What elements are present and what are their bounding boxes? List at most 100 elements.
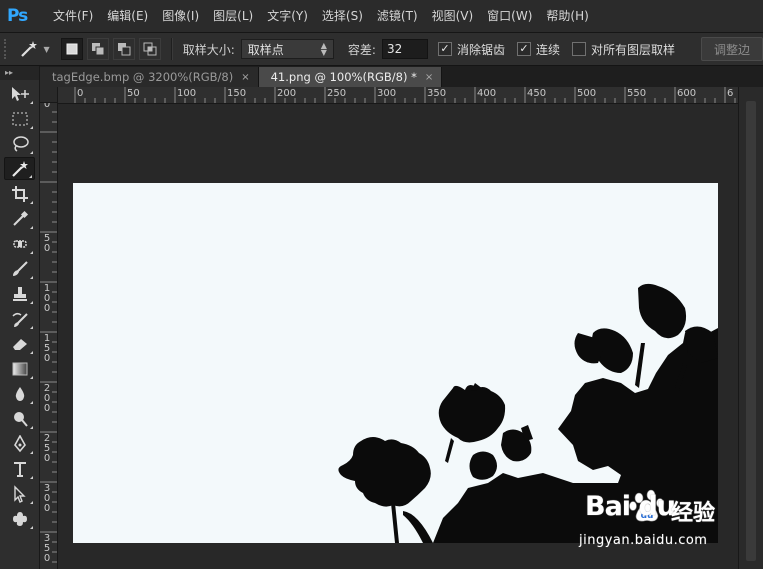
blur-tool[interactable] bbox=[4, 382, 35, 405]
tab-tagedge[interactable]: tagEdge.bmp @ 3200%(RGB/8) × bbox=[40, 67, 259, 87]
ruler-label: 50 bbox=[127, 88, 140, 99]
add-selection-icon bbox=[91, 43, 105, 56]
flyout-indicator bbox=[30, 501, 33, 504]
eraser-tool[interactable] bbox=[4, 332, 35, 355]
tolerance-input[interactable] bbox=[381, 39, 428, 59]
flyout-indicator bbox=[30, 426, 33, 429]
menu-image[interactable]: 图像(I) bbox=[155, 0, 206, 32]
anti-alias-checkbox[interactable]: ✓ 消除锯齿 bbox=[437, 41, 505, 58]
flyout-indicator bbox=[30, 351, 33, 354]
flyout-indicator bbox=[30, 376, 33, 379]
flyout-indicator bbox=[30, 326, 33, 329]
history-brush-icon bbox=[11, 312, 28, 327]
ruler-origin[interactable] bbox=[40, 87, 58, 103]
menu-file[interactable]: 文件(F) bbox=[46, 0, 100, 32]
move-tool[interactable] bbox=[4, 82, 35, 105]
options-grip[interactable] bbox=[4, 39, 9, 59]
shape-icon bbox=[12, 511, 27, 526]
new-selection-button[interactable] bbox=[60, 38, 83, 60]
close-icon[interactable]: × bbox=[425, 72, 433, 83]
ruler-label: 1 5 0 bbox=[43, 333, 51, 364]
selection-mode-group bbox=[60, 38, 165, 60]
ruler-label: 150 bbox=[227, 88, 247, 99]
rect-marquee-icon bbox=[12, 112, 27, 125]
move-icon bbox=[11, 86, 29, 101]
crop-tool[interactable] bbox=[4, 182, 35, 205]
drop-icon bbox=[15, 386, 24, 401]
ruler-label: 550 bbox=[627, 88, 647, 99]
gradient-tool[interactable] bbox=[4, 357, 35, 380]
flyout-indicator bbox=[30, 226, 33, 229]
menu-select[interactable]: 选择(S) bbox=[315, 0, 370, 32]
tools-panel: ▸▸ bbox=[0, 66, 40, 569]
ruler-label: 350 bbox=[427, 88, 447, 99]
flyout-indicator bbox=[30, 101, 33, 104]
bandage-icon bbox=[12, 239, 27, 248]
custom-shape-tool[interactable] bbox=[4, 507, 35, 530]
crop-icon bbox=[11, 185, 28, 202]
menu-window[interactable]: 窗口(W) bbox=[480, 0, 539, 32]
brush-tool[interactable] bbox=[4, 257, 35, 280]
photoshop-logo: Ps bbox=[7, 6, 28, 26]
flyout-indicator bbox=[30, 126, 33, 129]
collapse-toolbar-icon[interactable]: ▸▸ bbox=[0, 66, 39, 80]
options-divider bbox=[170, 38, 173, 60]
ruler-label: 100 bbox=[177, 88, 197, 99]
tab-label: tagEdge.bmp @ 3200%(RGB/8) bbox=[52, 70, 234, 84]
type-tool[interactable] bbox=[4, 457, 35, 480]
sample-size-select[interactable]: 取样点 ▲ ▼ bbox=[240, 39, 334, 59]
menu-type[interactable]: 文字(Y) bbox=[260, 0, 315, 32]
new-selection-icon bbox=[66, 43, 78, 55]
watermark-brand: Bai du bbox=[585, 491, 676, 522]
sample-size-value: 取样点 bbox=[247, 42, 284, 57]
pen-tool[interactable] bbox=[4, 432, 35, 455]
eyedropper-tool[interactable] bbox=[4, 207, 35, 230]
dodge-tool[interactable] bbox=[4, 407, 35, 430]
marquee-tool[interactable] bbox=[4, 107, 35, 130]
scrollbar-thumb[interactable] bbox=[746, 101, 756, 561]
vertical-ruler[interactable]: 0 5 0 1 0 0 1 5 0 2 0 0 2 5 0 3 0 0 3 5 … bbox=[40, 103, 58, 569]
chevron-down-icon: ▼ bbox=[43, 44, 50, 54]
horizontal-ruler[interactable]: 0 50 100 150 200 250 300 350 400 450 500… bbox=[58, 87, 738, 104]
contiguous-label: 连续 bbox=[535, 42, 560, 57]
menu-layer[interactable]: 图层(L) bbox=[206, 0, 260, 32]
menu-edit[interactable]: 编辑(E) bbox=[100, 0, 155, 32]
magic-wand-icon bbox=[11, 160, 28, 177]
contiguous-checkbox[interactable]: ✓ 连续 bbox=[516, 41, 560, 58]
unchecked-box-icon bbox=[571, 42, 586, 56]
flyout-indicator bbox=[30, 151, 33, 154]
refine-edge-button[interactable]: 调整边 bbox=[701, 37, 763, 61]
magic-wand-icon bbox=[21, 41, 38, 57]
subtract-selection-icon bbox=[117, 43, 131, 56]
ruler-label: 500 bbox=[577, 88, 597, 99]
ruler-label: 600 bbox=[677, 88, 697, 99]
checkmark-icon: ✓ bbox=[516, 42, 531, 56]
lasso-tool[interactable] bbox=[4, 132, 35, 155]
baidu-jingyan-watermark: du Bai du 经验 jingyan.baidu.com bbox=[577, 487, 727, 551]
subtract-selection-button[interactable] bbox=[112, 38, 135, 60]
magic-wand-tool[interactable] bbox=[4, 157, 35, 180]
type-icon bbox=[13, 461, 26, 477]
anti-alias-label: 消除锯齿 bbox=[456, 42, 505, 57]
tolerance-label: 容差: bbox=[347, 42, 376, 57]
updown-icon: ▲ ▼ bbox=[320, 41, 327, 57]
menu-help[interactable]: 帮助(H) bbox=[539, 0, 595, 32]
history-brush-tool[interactable] bbox=[4, 307, 35, 330]
intersect-selection-button[interactable] bbox=[138, 38, 161, 60]
path-selection-tool[interactable] bbox=[4, 482, 35, 505]
tool-preset-picker[interactable]: ▼ bbox=[19, 40, 50, 58]
menu-filter[interactable]: 滤镜(T) bbox=[370, 0, 425, 32]
add-selection-button[interactable] bbox=[86, 38, 109, 60]
ruler-label: 200 bbox=[277, 88, 297, 99]
menu-bar: Ps 文件(F) 编辑(E) 图像(I) 图层(L) 文字(Y) 选择(S) 滤… bbox=[0, 0, 763, 33]
ruler-label: 2 5 0 bbox=[43, 433, 51, 464]
healing-brush-tool[interactable] bbox=[4, 232, 35, 255]
vertical-scrollbar[interactable] bbox=[738, 87, 763, 569]
menu-view[interactable]: 视图(V) bbox=[425, 0, 481, 32]
close-icon[interactable]: × bbox=[241, 72, 249, 83]
sample-all-layers-checkbox[interactable]: 对所有图层取样 bbox=[571, 41, 675, 58]
clone-stamp-tool[interactable] bbox=[4, 282, 35, 305]
ruler-label: 5 0 bbox=[43, 233, 51, 254]
tab-41-png[interactable]: 41.png @ 100%(RGB/8) * × bbox=[258, 67, 443, 87]
sample-size-label: 取样大小: bbox=[182, 42, 235, 57]
